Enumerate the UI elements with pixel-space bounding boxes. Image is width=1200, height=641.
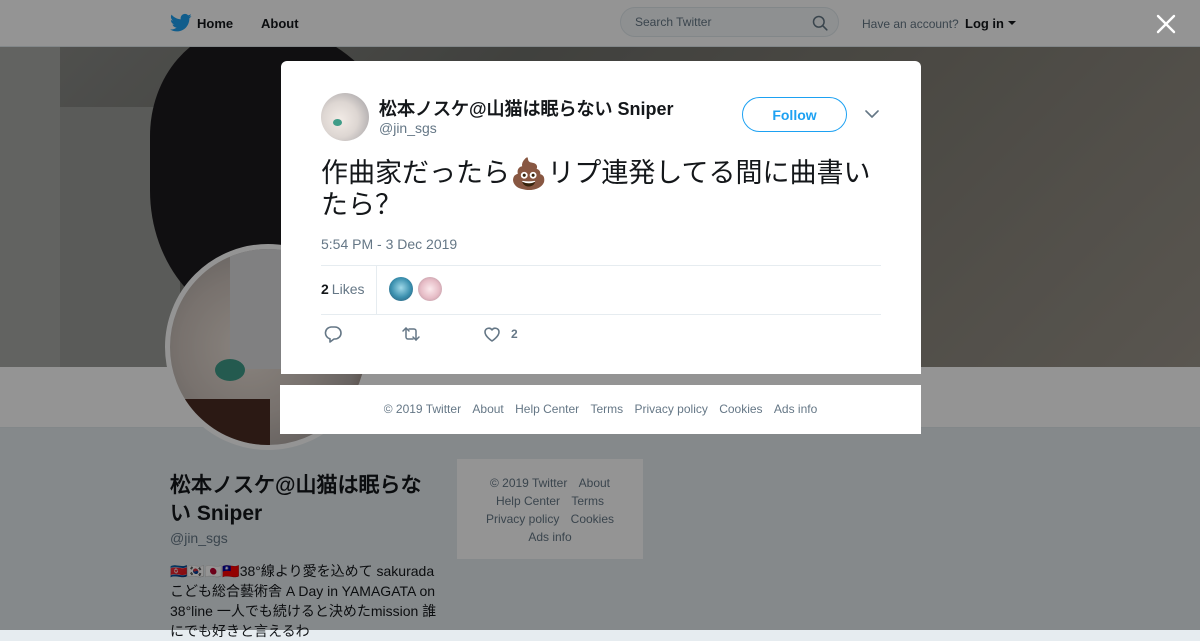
tweet-timestamp[interactable]: 5:54 PM - 3 Dec 2019 (321, 236, 457, 252)
likes-stat[interactable]: 2 Likes (321, 281, 364, 297)
likes-count: 2 (321, 281, 329, 297)
follow-button[interactable]: Follow (742, 97, 847, 132)
tweet-text: 作曲家だったら💩リプ連発してる間に曲書いたら？ (321, 157, 881, 221)
footer-copyright: © 2019 Twitter (383, 402, 462, 416)
stat-divider (376, 266, 377, 314)
tweet-author-handle[interactable]: @jin_sgs (379, 120, 437, 136)
tweet-text-part: 作曲家だったら (321, 158, 510, 188)
tweet-author-avatar[interactable] (321, 93, 369, 141)
close-icon[interactable] (1155, 13, 1177, 35)
tweet-stats: 2 Likes (321, 265, 881, 315)
poop-emoji: 💩 (510, 158, 548, 191)
like-action-count: 2 (511, 327, 518, 341)
footer-cookies-link[interactable]: Cookies (719, 402, 762, 416)
footer-about-link[interactable]: About (472, 402, 503, 416)
chevron-down-icon[interactable] (865, 109, 879, 119)
tweet-author-name[interactable]: 松本ノスケ@山猫は眠らない Sniper (379, 95, 674, 121)
footer-privacy-link[interactable]: Privacy policy (635, 402, 708, 416)
reply-icon[interactable] (323, 325, 343, 343)
footer-ads-link[interactable]: Ads info (774, 402, 817, 416)
heart-icon[interactable] (482, 325, 502, 343)
tweet-actions: 2 (321, 323, 881, 345)
likes-label: Likes (331, 281, 365, 297)
footer-help-link[interactable]: Help Center (515, 402, 579, 416)
liker-avatar[interactable] (389, 277, 413, 301)
modal-footer: © 2019 Twitter About Help Center Terms P… (280, 385, 921, 434)
avatar-eye (333, 119, 342, 126)
tweet-modal: 松本ノスケ@山猫は眠らない Sniper @jin_sgs Follow 作曲家… (281, 61, 921, 374)
footer-terms-link[interactable]: Terms (590, 402, 623, 416)
retweet-icon[interactable] (401, 325, 421, 343)
liker-avatar[interactable] (418, 277, 442, 301)
